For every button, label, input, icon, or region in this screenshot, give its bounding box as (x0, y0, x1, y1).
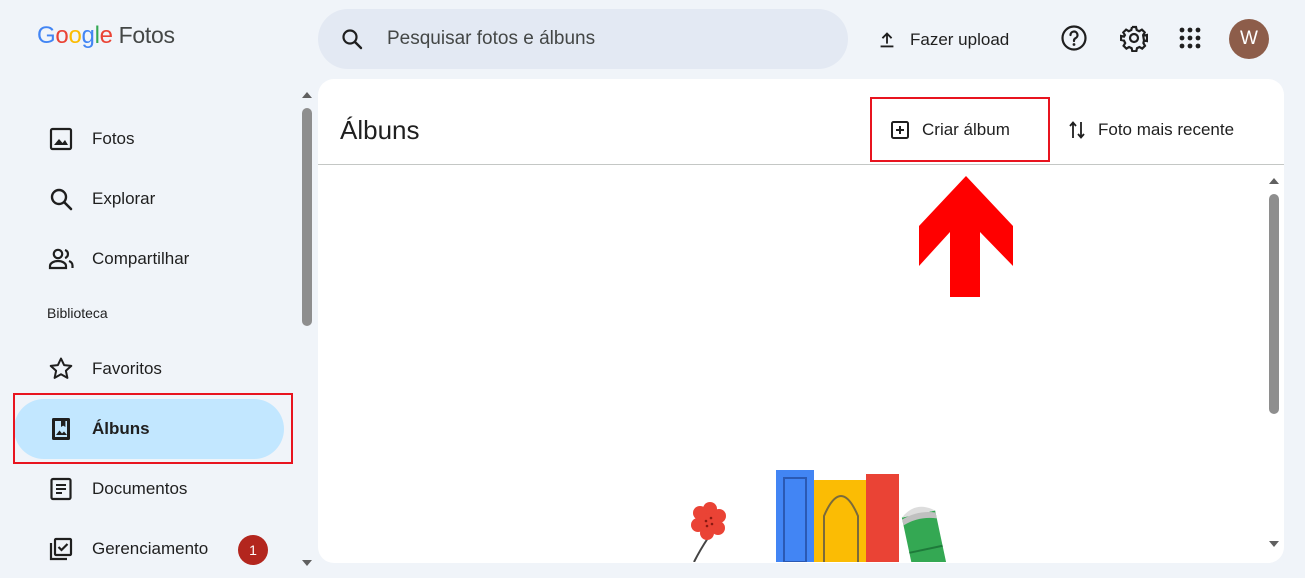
manage-icon (49, 537, 73, 561)
flower-icon (691, 502, 726, 540)
search-icon[interactable] (340, 27, 364, 51)
sidebar-item-label: Explorar (92, 189, 156, 208)
logo-letter: o (68, 22, 82, 49)
star-icon (49, 357, 73, 379)
sidebar-item-compartilhar[interactable]: Compartilhar (14, 229, 284, 289)
main-scrollbar-thumb[interactable] (1269, 194, 1279, 414)
search-input[interactable]: Pesquisar fotos e álbuns (387, 28, 595, 50)
scroll-up-arrow-icon (1269, 178, 1279, 184)
document-icon (50, 477, 72, 501)
blue-book-icon (776, 470, 814, 562)
sort-button[interactable]: Foto mais recente (1068, 117, 1234, 143)
help-icon[interactable] (1060, 24, 1088, 52)
sidebar-item-label: Gerenciamento (92, 539, 209, 558)
settings-gear-icon[interactable] (1120, 24, 1148, 52)
search-icon (50, 188, 73, 211)
sidebar-item-explorar[interactable]: Explorar (14, 169, 284, 229)
sort-arrows-icon (1069, 121, 1085, 139)
upload-icon (880, 32, 894, 48)
people-icon (48, 248, 74, 270)
search-bar[interactable]: Pesquisar fotos e álbuns (318, 9, 848, 69)
logo-letter: G (37, 22, 56, 49)
scroll-up-arrow-icon (302, 92, 312, 98)
sidebar-item-documentos[interactable]: Documentos (14, 459, 284, 519)
google-photos-logo[interactable]: Google Fotos (37, 22, 175, 56)
avatar[interactable]: W (1229, 19, 1269, 59)
apps-grid-icon[interactable] (1176, 24, 1204, 52)
section-label-biblioteca: Biblioteca (47, 305, 108, 321)
green-tube-icon (901, 506, 948, 562)
highlight-box-albuns (13, 393, 293, 464)
highlight-box-create-album (870, 97, 1050, 162)
sidebar-item-label: Favoritos (92, 359, 162, 378)
red-up-arrow-icon (919, 176, 1013, 297)
header-divider (318, 164, 1284, 165)
empty-albums-illustration (691, 470, 948, 562)
page-title: Álbuns (340, 115, 420, 145)
scroll-down-arrow-icon (302, 560, 312, 566)
sidebar-scrollbar-thumb[interactable] (302, 108, 312, 326)
product-name: Fotos (118, 22, 175, 48)
upload-button[interactable]: Fazer upload (876, 22, 1009, 58)
scroll-down-arrow-icon (1269, 541, 1279, 547)
sort-label: Foto mais recente (1098, 120, 1235, 139)
sidebar-item-label: Compartilhar (92, 249, 190, 268)
logo-letter: o (55, 22, 69, 49)
logo-letter: e (99, 22, 113, 49)
sidebar-item-label: Documentos (92, 479, 188, 498)
photo-icon (49, 127, 73, 151)
yellow-book-icon (814, 480, 868, 562)
logo-letter: g (81, 22, 95, 49)
red-book-icon (866, 474, 899, 562)
sidebar-item-favoritos[interactable]: Favoritos (14, 339, 284, 399)
sidebar-item-fotos[interactable]: Fotos (14, 109, 284, 169)
upload-label: Fazer upload (910, 30, 1010, 49)
sidebar-item-label: Fotos (92, 129, 135, 148)
notification-badge: 1 (238, 535, 268, 565)
